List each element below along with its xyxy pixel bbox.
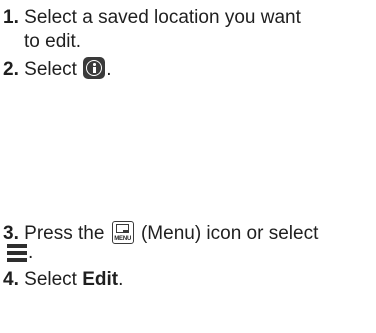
edit-label: Edit bbox=[82, 269, 119, 290]
step-1: 1. Select a saved location you want bbox=[3, 6, 301, 30]
menu-button-icon: MENU bbox=[111, 221, 134, 244]
step-1-continuation: to edit. bbox=[24, 31, 82, 52]
step-text: Press the bbox=[24, 223, 110, 244]
step-text: Select bbox=[24, 59, 83, 80]
step-text-suffix: . bbox=[118, 269, 124, 290]
step-number: 1. bbox=[3, 7, 19, 28]
step-2: 2. Select . bbox=[3, 57, 112, 82]
step-number: 2. bbox=[3, 59, 19, 80]
menu-icon-label: MENU bbox=[114, 236, 132, 242]
step-3-continuation: . bbox=[28, 242, 34, 263]
step-text-suffix: . bbox=[106, 59, 112, 80]
step-text: Select a saved location you want bbox=[24, 7, 301, 28]
step-3: 3. Press the MENU (Menu) icon or select bbox=[3, 221, 318, 246]
step-number: 3. bbox=[3, 223, 19, 244]
step-number: 4. bbox=[3, 269, 19, 290]
step-4: 4. Select Edit. bbox=[3, 268, 123, 292]
step-text-suffix: (Menu) icon or select bbox=[135, 223, 319, 244]
step-text: Select bbox=[24, 269, 83, 290]
hamburger-menu-icon bbox=[7, 244, 27, 262]
info-icon bbox=[83, 57, 106, 79]
